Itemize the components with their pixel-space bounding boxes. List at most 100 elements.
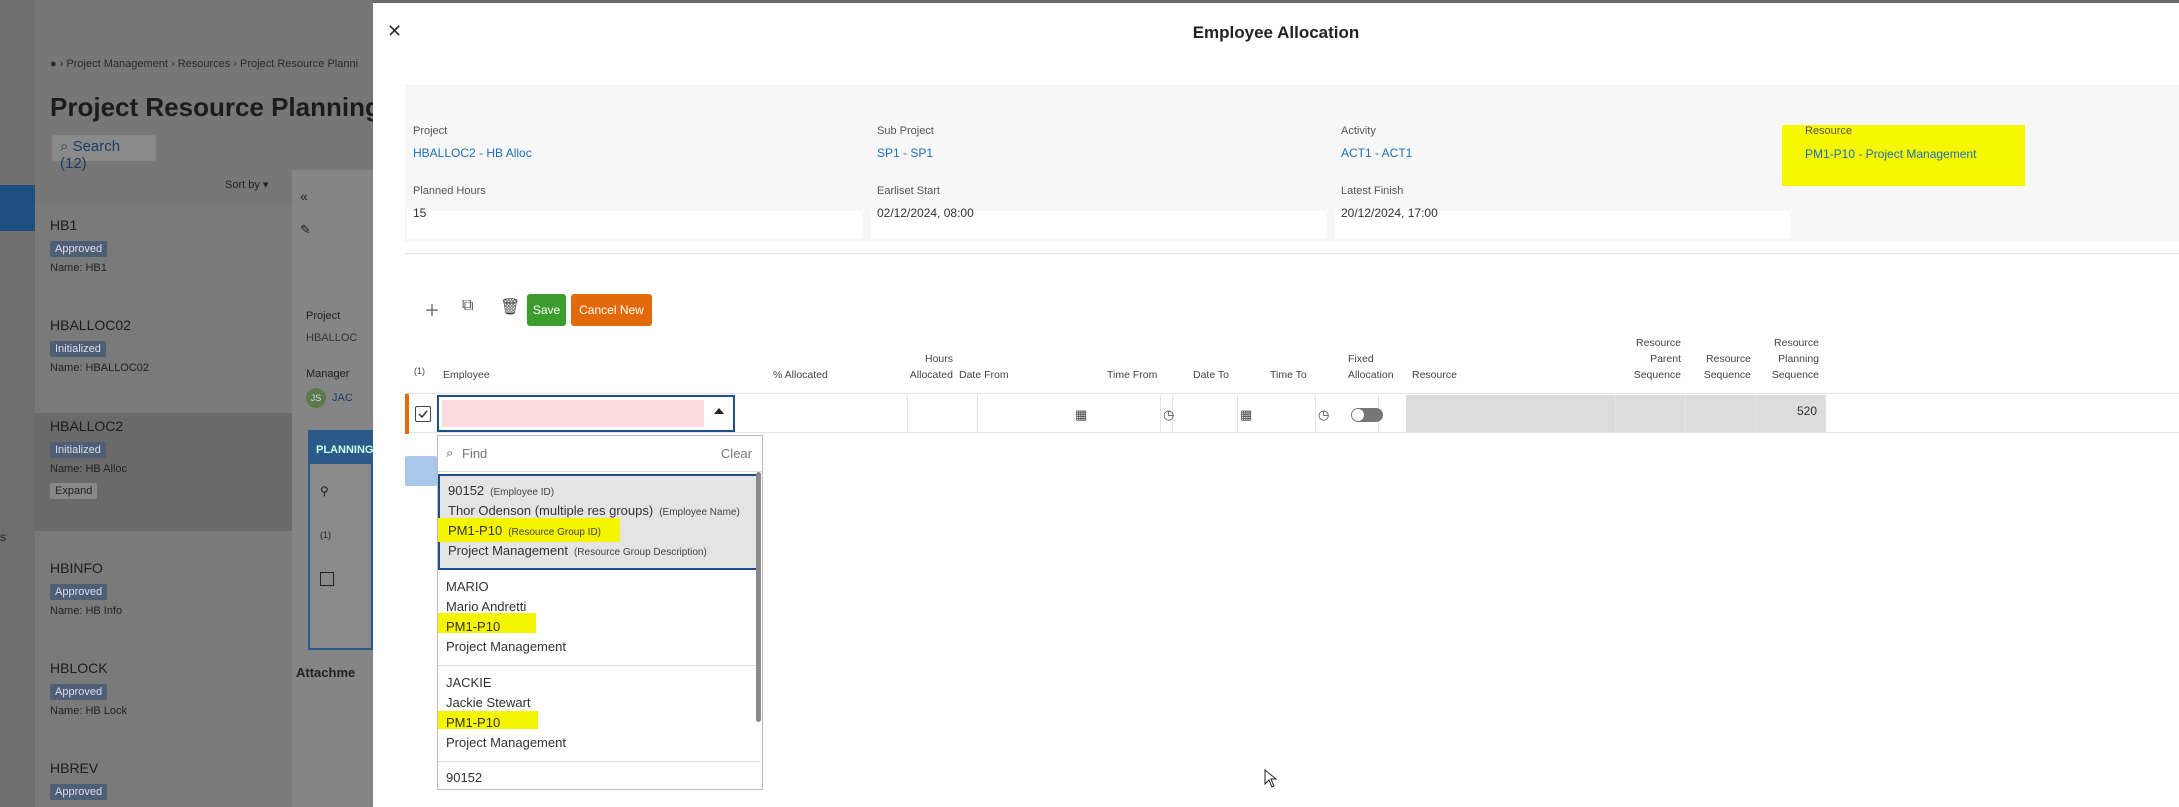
dropdown-option[interactable]: MARIO Mario Andretti PM1-P10 Project Man…	[438, 570, 760, 666]
item-name: HBINFO	[50, 560, 103, 576]
breadcrumb[interactable]: ● › Project Management › Resources › Pro…	[50, 58, 358, 70]
collapse-icon[interactable]: «	[300, 188, 308, 204]
filter-icon[interactable]: ⚲	[320, 484, 329, 498]
fixed-allocation-toggle[interactable]	[1351, 408, 1383, 422]
list-item-selected[interactable]: HBALLOC2 Initialized Name: HB Alloc Expa…	[35, 413, 292, 531]
option-tag: (Resource Group Description)	[573, 547, 707, 558]
sort-button[interactable]: Sort by ▾	[225, 178, 268, 191]
field-label: Planned Hours	[413, 185, 486, 197]
list-item[interactable]: HBINFO Approved Name: HB Info	[50, 560, 290, 617]
divider	[405, 253, 2179, 254]
list-item[interactable]: HB1 Approved Name: HB1	[50, 217, 290, 274]
activity-link[interactable]: ACT1 - ACT1	[1341, 146, 1412, 160]
pct-allocated-cell[interactable]	[813, 395, 908, 432]
option-desc: Project Management	[446, 735, 566, 750]
field-label: Project	[413, 125, 448, 137]
hours-allocated-cell[interactable]	[908, 395, 978, 432]
delete-icon[interactable]: 🗑	[500, 297, 520, 317]
col-time-to[interactable]: Time To	[1270, 367, 1307, 383]
col-rps-line3: Sequence	[1633, 369, 1681, 381]
employee-allocation-dialog: ✕ Employee Allocation Project HBALLOC2 -…	[373, 3, 2179, 807]
resource-seq-cell	[1686, 395, 1756, 432]
col-resource-parent-sequence[interactable]: Resource Parent Sequence	[1613, 335, 1681, 383]
cancel-new-button[interactable]: Cancel New	[571, 294, 652, 326]
chevron-up-icon[interactable]	[714, 408, 724, 414]
col-employee[interactable]: Employee	[443, 367, 490, 383]
dialog-title: Employee Allocation	[1192, 23, 1360, 42]
save-button[interactable]: Save	[527, 294, 566, 326]
partial-button[interactable]	[405, 456, 437, 486]
attach-icon[interactable]: ✎	[300, 222, 311, 238]
item-detail: Name: HB Lock	[50, 705, 128, 717]
field-label: Latest Finish	[1341, 185, 1404, 197]
date-to-cell[interactable]	[1161, 395, 1238, 432]
col-rs-line2: Sequence	[1703, 369, 1751, 381]
field-label: Resource	[1805, 125, 1853, 137]
dropdown-scrollbar[interactable]	[756, 472, 761, 722]
col-date-to[interactable]: Date To	[1193, 367, 1229, 383]
avatar: JS	[306, 388, 326, 408]
field-value: 20/12/2024, 17:00	[1341, 206, 1438, 220]
clear-button[interactable]: Clear	[721, 446, 752, 461]
status-badge: Approved	[50, 241, 108, 257]
field-label: Activity	[1341, 125, 1376, 137]
panel-manager-name[interactable]: JAC	[332, 392, 353, 404]
duplicate-icon[interactable]: ⧉	[462, 297, 473, 315]
planning-tab[interactable]: PLANNING	[310, 432, 373, 464]
col-fixed-allocation[interactable]: Fixed Allocation	[1348, 351, 1394, 383]
find-input[interactable]: Find	[462, 446, 487, 461]
search-button[interactable]: ⌕ Search (12)	[52, 135, 156, 172]
dropdown-option[interactable]: JACKIE Jackie Stewart PM1-P10 Project Ma…	[438, 666, 760, 762]
status-badge: Approved	[50, 584, 108, 600]
time-to-cell[interactable]	[1238, 395, 1316, 432]
resource-cell	[1406, 395, 1616, 432]
option-desc: Project Management	[446, 639, 566, 654]
option-group: PM1-P10	[446, 715, 501, 730]
col-resource[interactable]: Resource	[1412, 367, 1457, 383]
field-value: 15	[413, 206, 427, 220]
col-pct-allocated[interactable]: % Allocated	[773, 367, 828, 383]
list-item[interactable]: HBLOCK Approved Name: HB Lock	[50, 660, 290, 717]
col-date-from[interactable]: Date From	[959, 367, 1009, 383]
panel-project-value: HBALLOC	[306, 332, 358, 344]
list-item[interactable]: HBREV Approved	[50, 760, 290, 800]
employee-input[interactable]	[437, 395, 735, 432]
attachments-label[interactable]: Attachme	[296, 665, 355, 680]
field-value: 02/12/2024, 08:00	[877, 206, 974, 220]
status-badge: Initialized	[50, 341, 106, 357]
subproject-link[interactable]: SP1 - SP1	[877, 146, 934, 160]
dropdown-option[interactable]: 90152 (Employee ID) Thor Odenson (multipl…	[438, 474, 760, 570]
panel-manager-label: Manager	[306, 368, 350, 380]
item-detail: Name: HB Info	[50, 605, 123, 617]
row-checkbox[interactable]	[415, 406, 431, 422]
add-icon[interactable]: ＋	[424, 297, 440, 321]
option-group: PM1-P10	[448, 523, 503, 538]
record-list: HB1 Approved Name: HB1 HBALLOC02 Initial…	[35, 205, 292, 807]
subproject-field: Sub Project SP1 - SP1	[877, 125, 934, 160]
col-hours-allocated[interactable]: Hours Allocated	[873, 351, 953, 383]
list-item[interactable]: HBALLOC02 Initialized Name: HBALLOC02	[50, 317, 290, 374]
col-resource-planning-sequence[interactable]: Resource Planning Sequence	[1751, 335, 1819, 383]
project-link[interactable]: HBALLOC2 - HB Alloc	[413, 146, 532, 160]
option-tag: (Resource Group ID)	[508, 527, 602, 538]
activity-field: Activity ACT1 - ACT1	[1341, 125, 1412, 160]
col-rps-line1: Resource	[1636, 337, 1681, 349]
item-detail: Name: HBALLOC02	[50, 362, 150, 374]
find-field[interactable]: ⌕ Find Clear	[438, 436, 762, 472]
field-label: Sub Project	[877, 125, 934, 137]
col-resource-sequence[interactable]: Resource Sequence	[1683, 351, 1751, 383]
search-icon: ⌕	[446, 445, 454, 460]
option-tag: (Employee ID)	[490, 487, 555, 498]
dropdown-option[interactable]: 90152	[438, 762, 760, 789]
expand-button[interactable]: Expand	[50, 483, 98, 499]
option-id: JACKIE	[446, 675, 492, 690]
row-checkbox[interactable]	[320, 572, 334, 586]
item-name: HBLOCK	[50, 660, 108, 676]
resource-link[interactable]: PM1-P10 - Project Management	[1805, 147, 1976, 161]
page-title: Project Resource Planning	[50, 92, 373, 122]
col-rpls-line2: Planning	[1778, 353, 1819, 365]
col-rps-line2: Parent	[1650, 353, 1681, 365]
col-time-from[interactable]: Time From	[1107, 367, 1157, 383]
col-hours-line1: Hours	[924, 353, 953, 365]
time-from-cell[interactable]	[1073, 395, 1161, 432]
